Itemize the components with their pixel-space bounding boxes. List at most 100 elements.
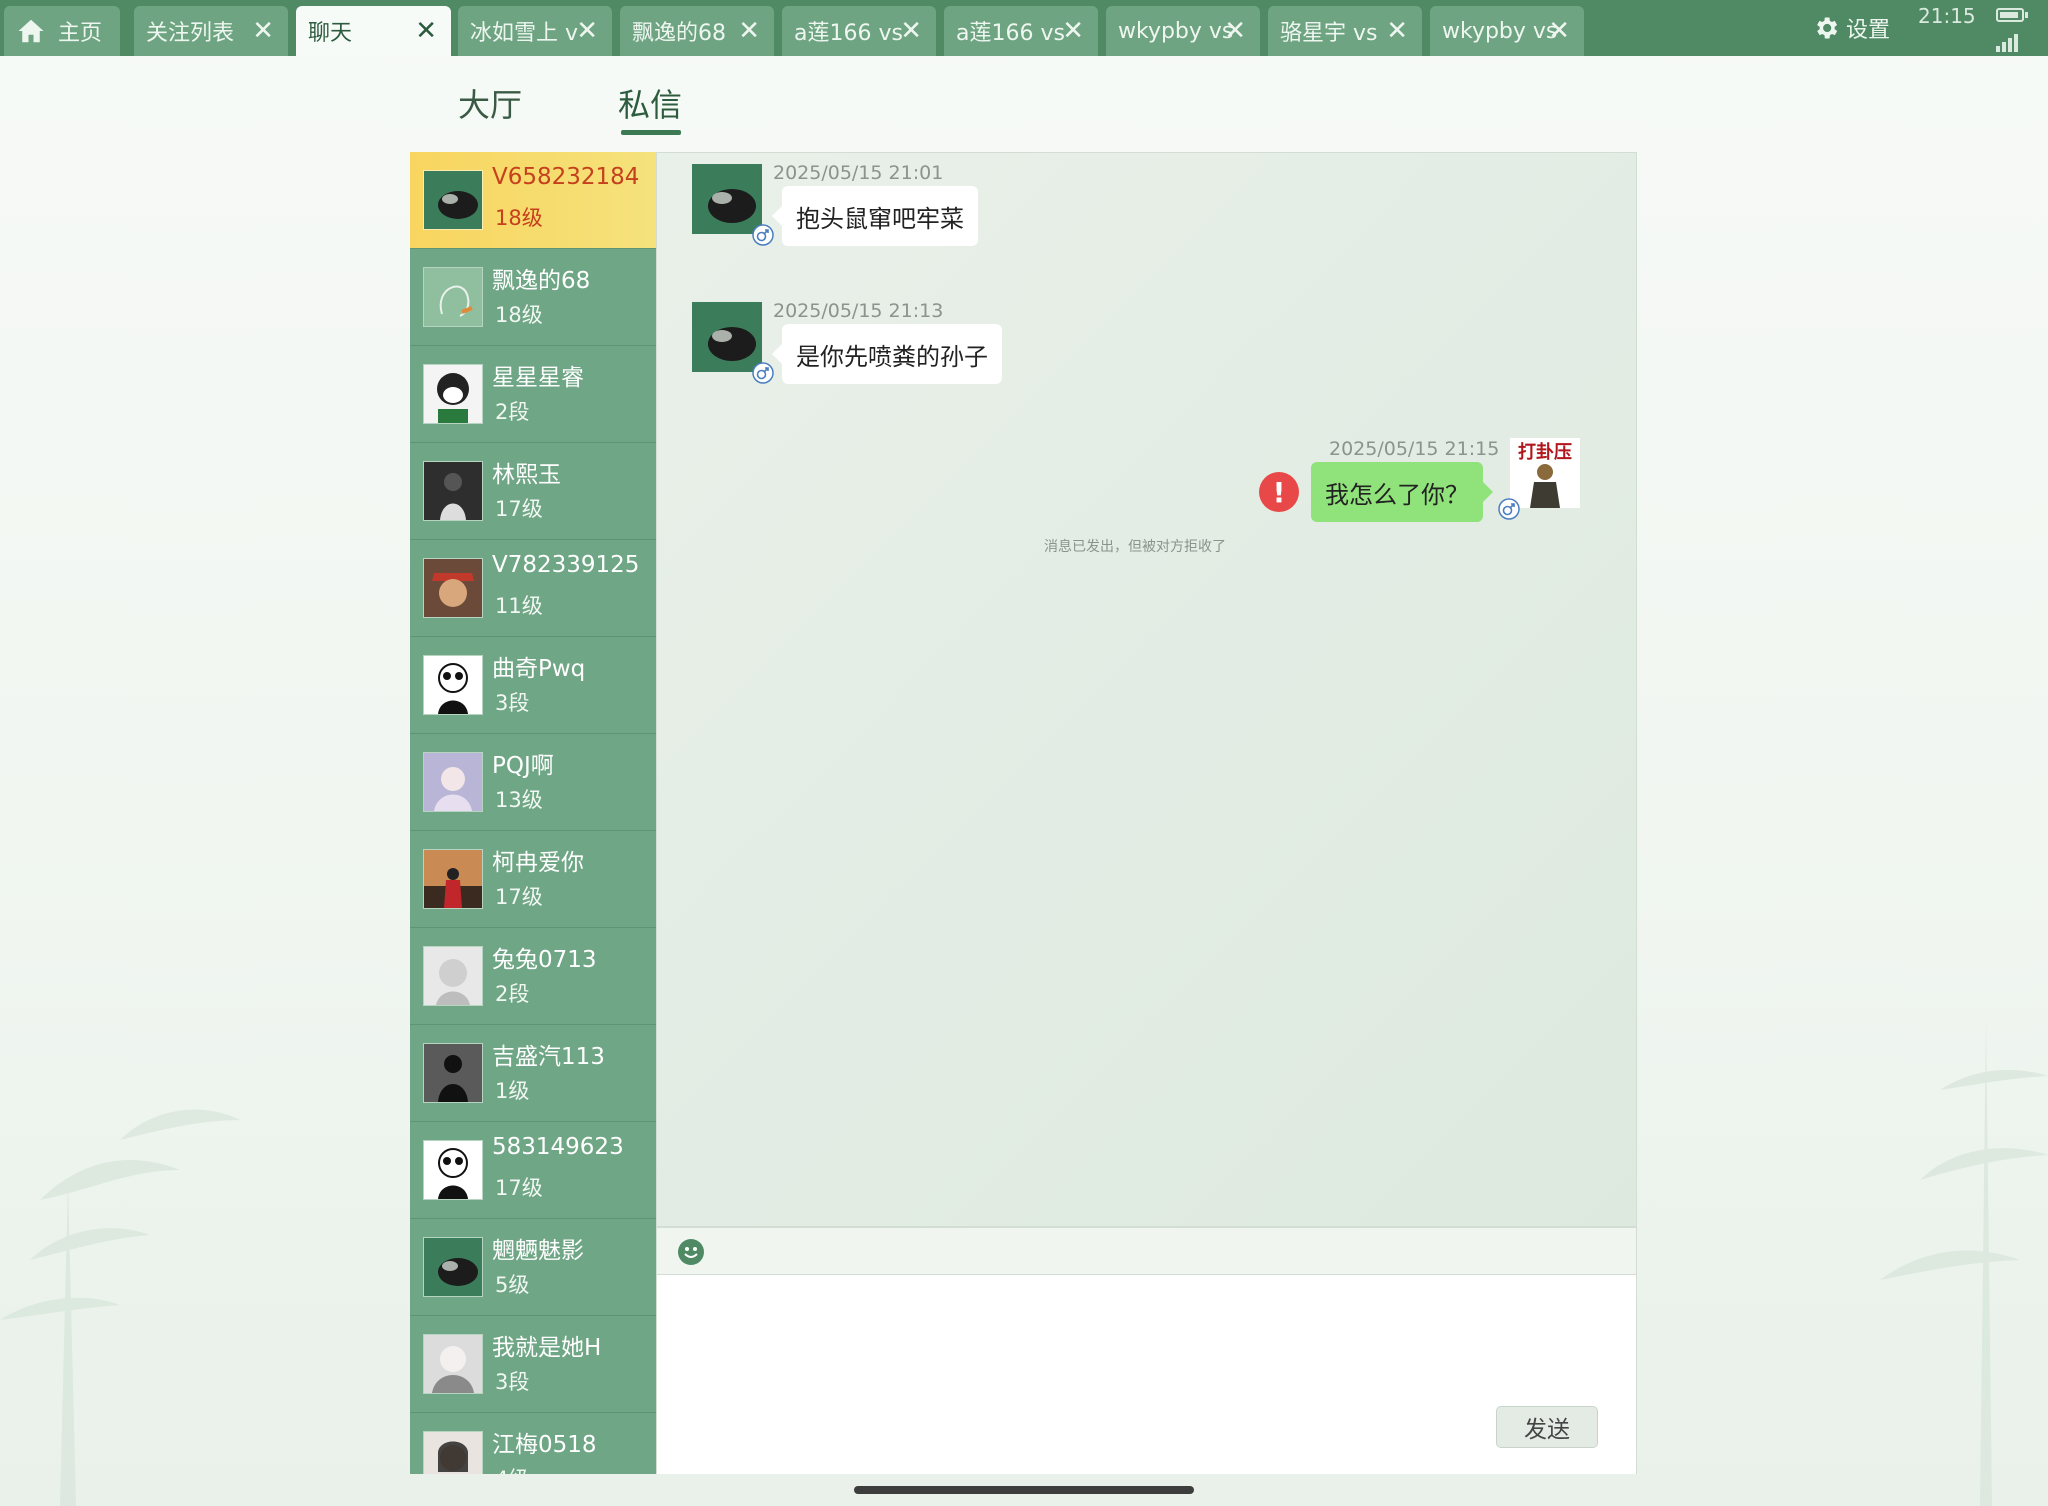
- male-gender-icon: [752, 224, 774, 246]
- tab-label: 关注列表: [146, 21, 235, 46]
- contact-name: V782339125: [492, 552, 640, 578]
- tab-game-3[interactable]: a莲166 vs ✕: [782, 6, 936, 56]
- contact-name: 我就是她H: [492, 1335, 602, 1361]
- contact-item[interactable]: V658232184 18级: [410, 152, 656, 249]
- message-timestamp: 2025/05/15 21:13: [773, 300, 944, 322]
- message-bubble[interactable]: 抱头鼠窜吧牢菜: [772, 186, 978, 246]
- contact-level: 3段: [495, 1370, 530, 1394]
- male-gender-icon: [1498, 498, 1520, 520]
- tab-label: 主页: [58, 21, 103, 46]
- tab-game-6[interactable]: 骆星宇 vs ✕: [1268, 6, 1422, 56]
- contact-item[interactable]: 魍魉魅影 5级: [410, 1219, 656, 1316]
- contact-level: 13级: [495, 788, 543, 812]
- close-icon[interactable]: ✕: [252, 18, 274, 44]
- battery-tip: [2025, 12, 2028, 18]
- tab-game-4[interactable]: a莲166 vs ✕: [944, 6, 1098, 56]
- male-gender-icon: [752, 362, 774, 384]
- contact-item[interactable]: 星星星睿 2段: [410, 346, 656, 443]
- send-failed-icon[interactable]: !: [1259, 472, 1299, 512]
- contact-level: 17级: [495, 885, 543, 909]
- contact-name: 兔兔0713: [492, 947, 597, 973]
- tab-label: wkypby vs: [1442, 18, 1558, 44]
- contact-item[interactable]: 柯冉爱你 17级: [410, 831, 656, 928]
- battery-icon: [1996, 8, 2024, 22]
- contact-name: 魍魉魅影: [492, 1238, 584, 1264]
- contact-avatar: [423, 170, 483, 230]
- contact-avatar: [423, 1334, 483, 1394]
- tab-lobby[interactable]: 大厅: [458, 80, 522, 126]
- status-clock: 21:15: [1918, 4, 1976, 28]
- contact-name: 江梅0518: [492, 1432, 597, 1458]
- message-input[interactable]: [656, 1275, 1637, 1474]
- tab-game-2[interactable]: 飘逸的68 ✕: [620, 6, 774, 56]
- contact-item[interactable]: V782339125 11级: [410, 540, 656, 637]
- close-icon[interactable]: ✕: [900, 18, 922, 44]
- contact-level: 11级: [495, 594, 543, 618]
- contact-avatar: [423, 461, 483, 521]
- message-bubble[interactable]: 是你先喷粪的孙子: [772, 324, 1002, 384]
- tab-label: a莲166 vs: [956, 21, 1065, 46]
- tab-private-messages[interactable]: 私信: [618, 80, 682, 126]
- tab-chat[interactable]: 聊天 ✕: [296, 6, 451, 56]
- close-icon[interactable]: ✕: [576, 18, 598, 44]
- contact-item[interactable]: 兔兔0713 2段: [410, 928, 656, 1025]
- close-icon[interactable]: ✕: [1386, 18, 1408, 44]
- my-avatar[interactable]: 打卦压: [1510, 438, 1580, 508]
- close-icon[interactable]: ✕: [1224, 18, 1246, 44]
- contact-name: 星星星睿: [492, 365, 584, 391]
- contact-level: 3段: [495, 691, 530, 715]
- tab-game-7[interactable]: wkypby vs ✕: [1430, 6, 1584, 56]
- tab-label: 冰如雪上 v: [470, 21, 579, 46]
- contact-avatar: [423, 1043, 483, 1103]
- contact-name: 曲奇Pwq: [492, 656, 586, 682]
- contact-avatar: [423, 1140, 483, 1200]
- tab-home[interactable]: 主页: [4, 6, 120, 56]
- bamboo-decoration-left: [0, 1109, 240, 1506]
- top-tab-bar: 主页 关注列表 ✕ 聊天 ✕ 冰如雪上 v ✕ 飘逸的68 ✕ a莲166 vs…: [0, 0, 2048, 56]
- contact-level: 2段: [495, 400, 530, 424]
- contact-name: V658232184: [492, 164, 640, 190]
- contact-name: 柯冉爱你: [492, 850, 584, 876]
- contact-level: 5级: [495, 1273, 530, 1297]
- tab-follow-list[interactable]: 关注列表 ✕: [134, 6, 288, 56]
- bamboo-decoration-right: [1880, 1020, 2048, 1506]
- my-message-bubble[interactable]: 我怎么了你？: [1311, 462, 1493, 522]
- tab-game-5[interactable]: wkypby vs ✕: [1106, 6, 1260, 56]
- contact-avatar: [423, 364, 483, 424]
- contact-avatar: [423, 267, 483, 327]
- contact-item[interactable]: 583149623 17级: [410, 1122, 656, 1219]
- contact-list[interactable]: V658232184 18级 飘逸的68 18级 星星星睿 2段 林熙玉 17级…: [410, 152, 656, 1474]
- contact-avatar: [423, 946, 483, 1006]
- home-indicator: [854, 1486, 1194, 1494]
- close-icon[interactable]: ✕: [738, 18, 760, 44]
- send-button[interactable]: 发送: [1496, 1406, 1598, 1448]
- contact-level: 18级: [495, 206, 543, 230]
- settings-button[interactable]: 设置: [1812, 8, 1890, 48]
- close-icon[interactable]: ✕: [1548, 18, 1570, 44]
- contact-item[interactable]: 吉盛汽113 1级: [410, 1025, 656, 1122]
- contact-avatar: [423, 558, 483, 618]
- contact-item[interactable]: 曲奇Pwq 3段: [410, 637, 656, 734]
- contact-name: PQJ啊: [492, 753, 554, 779]
- contact-level: 17级: [495, 497, 543, 521]
- contact-item[interactable]: 飘逸的68 18级: [410, 249, 656, 346]
- contact-avatar: [423, 849, 483, 909]
- close-icon[interactable]: ✕: [1062, 18, 1084, 44]
- contact-item[interactable]: PQJ啊 13级: [410, 734, 656, 831]
- close-icon[interactable]: ✕: [415, 18, 437, 44]
- contact-avatar: [423, 655, 483, 715]
- contact-item[interactable]: 我就是她H 3段: [410, 1316, 656, 1413]
- emoji-icon[interactable]: [677, 1238, 705, 1266]
- tab-game-1[interactable]: 冰如雪上 v ✕: [458, 6, 612, 56]
- contact-name: 吉盛汽113: [492, 1044, 605, 1070]
- tab-label: 飘逸的68: [632, 21, 726, 46]
- signal-icon: [1996, 32, 2022, 52]
- contact-item[interactable]: 林熙玉 17级: [410, 443, 656, 540]
- contact-item[interactable]: 江梅0518 4级: [410, 1413, 656, 1474]
- tab-label: a莲166 vs: [794, 21, 903, 46]
- gear-icon: [1817, 17, 1838, 39]
- tab-label: wkypby vs: [1118, 18, 1234, 44]
- contact-level: 18级: [495, 303, 543, 327]
- contact-name: 飘逸的68: [492, 268, 591, 294]
- home-icon: [18, 19, 44, 43]
